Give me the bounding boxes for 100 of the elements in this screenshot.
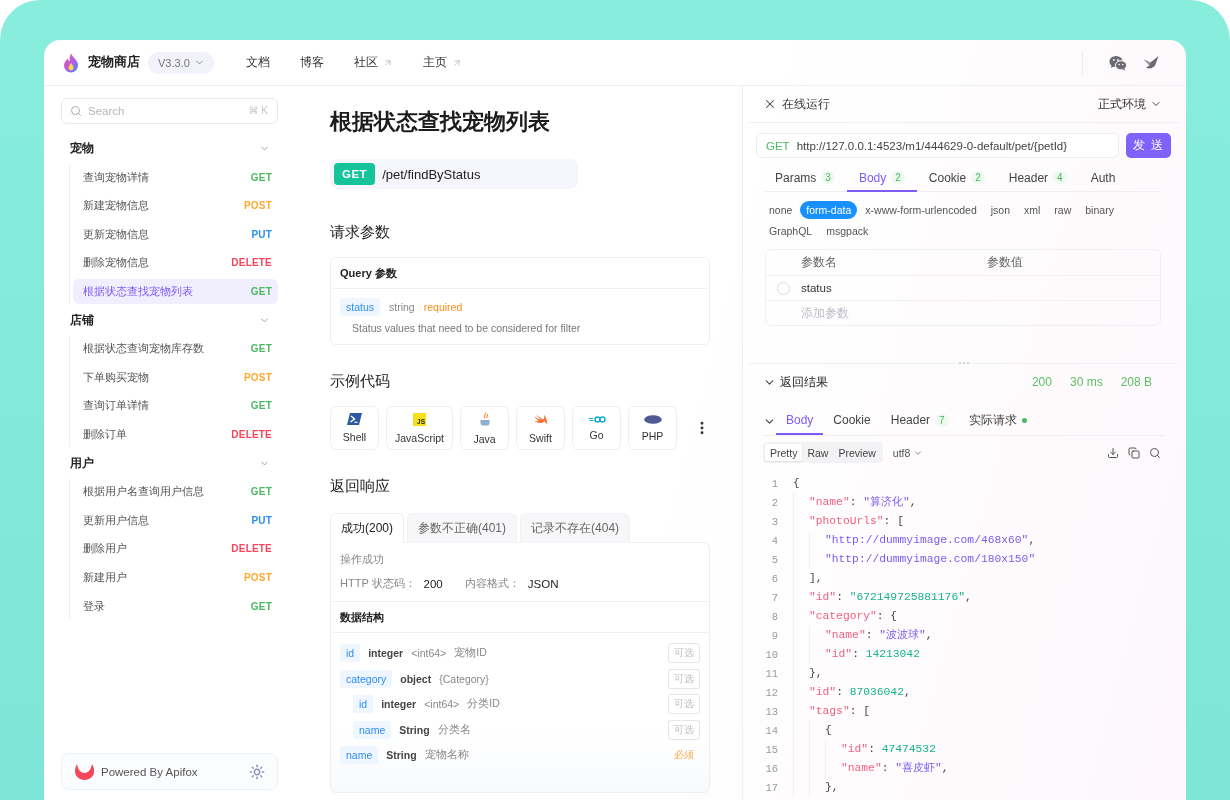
body-type-option[interactable]: xml [1018, 201, 1047, 219]
request-tab[interactable]: Params 3 [763, 165, 847, 192]
language-card[interactable]: PHP [628, 406, 677, 450]
theme-toggle[interactable] [249, 763, 265, 780]
method-label: GET [250, 343, 272, 355]
drag-handle-icon[interactable] [957, 360, 970, 366]
body-type-option[interactable]: x-www-form-urlencoded [859, 201, 983, 219]
sidebar-item[interactable]: 删除宠物信息 DELETE [73, 250, 278, 276]
response-tab[interactable]: 成功(200) [330, 513, 404, 543]
body-type-option[interactable]: msgpack [820, 222, 875, 240]
code-line: "id": 47474532 [841, 742, 936, 757]
request-tab[interactable]: Auth [1078, 165, 1128, 192]
version-selector[interactable]: V3.3.0 [148, 51, 214, 74]
sidebar-item[interactable]: 根据状态查找宠物列表 GET [73, 278, 278, 304]
copy-button[interactable] [1128, 446, 1140, 459]
field-format: {Category} [439, 672, 489, 685]
bird-icon[interactable] [1143, 55, 1160, 70]
group-header[interactable]: 宠物 [61, 136, 278, 161]
row-checkbox[interactable] [777, 281, 790, 295]
line-number: 11 [764, 667, 778, 680]
result-tab[interactable]: Header 7 [880, 407, 959, 435]
result-tab[interactable]: 实际请求 [958, 407, 1037, 435]
sidebar-item[interactable]: 新建用户 POST [73, 564, 278, 590]
body-type-option[interactable]: raw [1048, 201, 1078, 219]
sidebar-item[interactable]: 更新用户信息 PUT [73, 507, 278, 533]
method-label: PUT [251, 514, 272, 526]
download-button[interactable] [1107, 446, 1119, 459]
sidebar-item[interactable]: 下单购买宠物 POST [73, 364, 278, 390]
requirement-tag: 可选 [668, 719, 700, 740]
environment-select[interactable]: 正式环境 [1098, 96, 1162, 112]
language-card[interactable]: Go [572, 406, 621, 450]
sidebar-item[interactable]: 登录 GET [73, 593, 278, 619]
card-title: 数据结构 [340, 609, 384, 625]
count-badge: 4 [1053, 171, 1067, 184]
response-tab[interactable]: 参数不正确(401) [407, 513, 518, 543]
view-mode-option[interactable]: Preview [833, 444, 881, 461]
code-line: "photoUrls": [ [809, 514, 904, 529]
external-link-icon [382, 57, 393, 68]
nav-link[interactable]: 主页 [422, 55, 462, 70]
sidebar-item[interactable]: 删除用户 DELETE [73, 536, 278, 562]
request-method: GET [766, 139, 790, 152]
language-card[interactable]: Java [460, 406, 509, 450]
group-header[interactable]: 用户 [61, 450, 278, 476]
nav-link[interactable]: 社区 [353, 55, 393, 70]
view-mode-option[interactable]: Raw [802, 444, 834, 461]
body-type-option[interactable]: binary [1079, 201, 1120, 219]
code-line: "http://dummyimage.com/180x150" [825, 552, 1036, 567]
response-description: 操作成功 [340, 552, 385, 567]
field-name: name [353, 720, 392, 739]
language-card[interactable]: Shell [330, 406, 379, 450]
section-title: 示例代码 [330, 372, 391, 391]
close-button[interactable] [763, 97, 777, 111]
code-line: "id": "672149725881176", [809, 590, 972, 605]
status-code: 200 [1031, 375, 1052, 389]
code-line: "http://dummyimage.com/468x60", [825, 533, 1036, 548]
body-type-option[interactable]: json [984, 201, 1016, 219]
method-label: GET [250, 600, 272, 612]
body-type-option[interactable]: GraphQL [763, 222, 819, 240]
line-number: 2 [770, 496, 778, 509]
method-label: DELETE [231, 543, 272, 555]
powered-by-text: Powered By Apifox [101, 765, 198, 778]
response-time: 30 ms [1069, 375, 1103, 389]
field-type: integer [381, 698, 417, 711]
result-tab[interactable]: Cookie [823, 407, 881, 435]
encoding-select[interactable]: utf8 [892, 446, 924, 459]
request-tab[interactable]: Header 4 [996, 165, 1079, 192]
sidebar-item[interactable]: 删除订单 DELETE [73, 421, 278, 447]
view-mode-option[interactable]: Pretty [765, 444, 803, 461]
response-tab[interactable]: 记录不存在(404) [520, 513, 631, 543]
result-tab[interactable]: Body [776, 407, 824, 435]
count-badge: 2 [891, 171, 905, 184]
code-line: "id": 87036042, [809, 685, 911, 700]
sidebar-item[interactable]: 查询宠物详情 GET [73, 164, 278, 190]
send-button[interactable]: 发 送 [1126, 133, 1171, 158]
sidebar-item[interactable]: 查询订单详情 GET [73, 393, 278, 419]
chat-bubbles-icon[interactable] [1109, 54, 1127, 71]
line-number: 8 [770, 610, 778, 623]
search-icon [1149, 446, 1161, 459]
field-name: id [340, 644, 361, 663]
url-field[interactable]: GET http://127.0.0.1:4523/m1/444629-0-default/pet/{petId} [756, 133, 1119, 158]
terminal-prompt-icon [347, 413, 362, 425]
nav-link[interactable]: 文档 [245, 55, 270, 70]
code-line: { [793, 476, 800, 491]
add-param-field[interactable]: 添加参数 [801, 307, 981, 319]
request-tab[interactable]: Cookie 2 [916, 165, 997, 192]
nav-link[interactable]: 博客 [299, 55, 324, 70]
sidebar-item[interactable]: 新建宠物信息 POST [73, 193, 278, 219]
column-header: 参数名 [801, 255, 838, 270]
method-label: POST [243, 371, 272, 383]
field-type: String [386, 749, 417, 762]
group-header[interactable]: 店铺 [61, 307, 278, 333]
request-tab[interactable]: Body 2 [846, 165, 917, 192]
sidebar-item[interactable]: 更新宠物信息 PUT [73, 221, 278, 247]
search-button[interactable] [1149, 446, 1161, 459]
response-size: 208 B [1120, 375, 1152, 389]
sidebar-item[interactable]: 根据用户名查询用户信息 GET [73, 479, 278, 505]
body-type-option[interactable]: none [763, 201, 799, 219]
download-icon [1107, 446, 1119, 459]
sidebar-item[interactable]: 根据状态查询宠物库存数 GET [73, 336, 278, 362]
language-card[interactable]: Swift [516, 406, 565, 450]
